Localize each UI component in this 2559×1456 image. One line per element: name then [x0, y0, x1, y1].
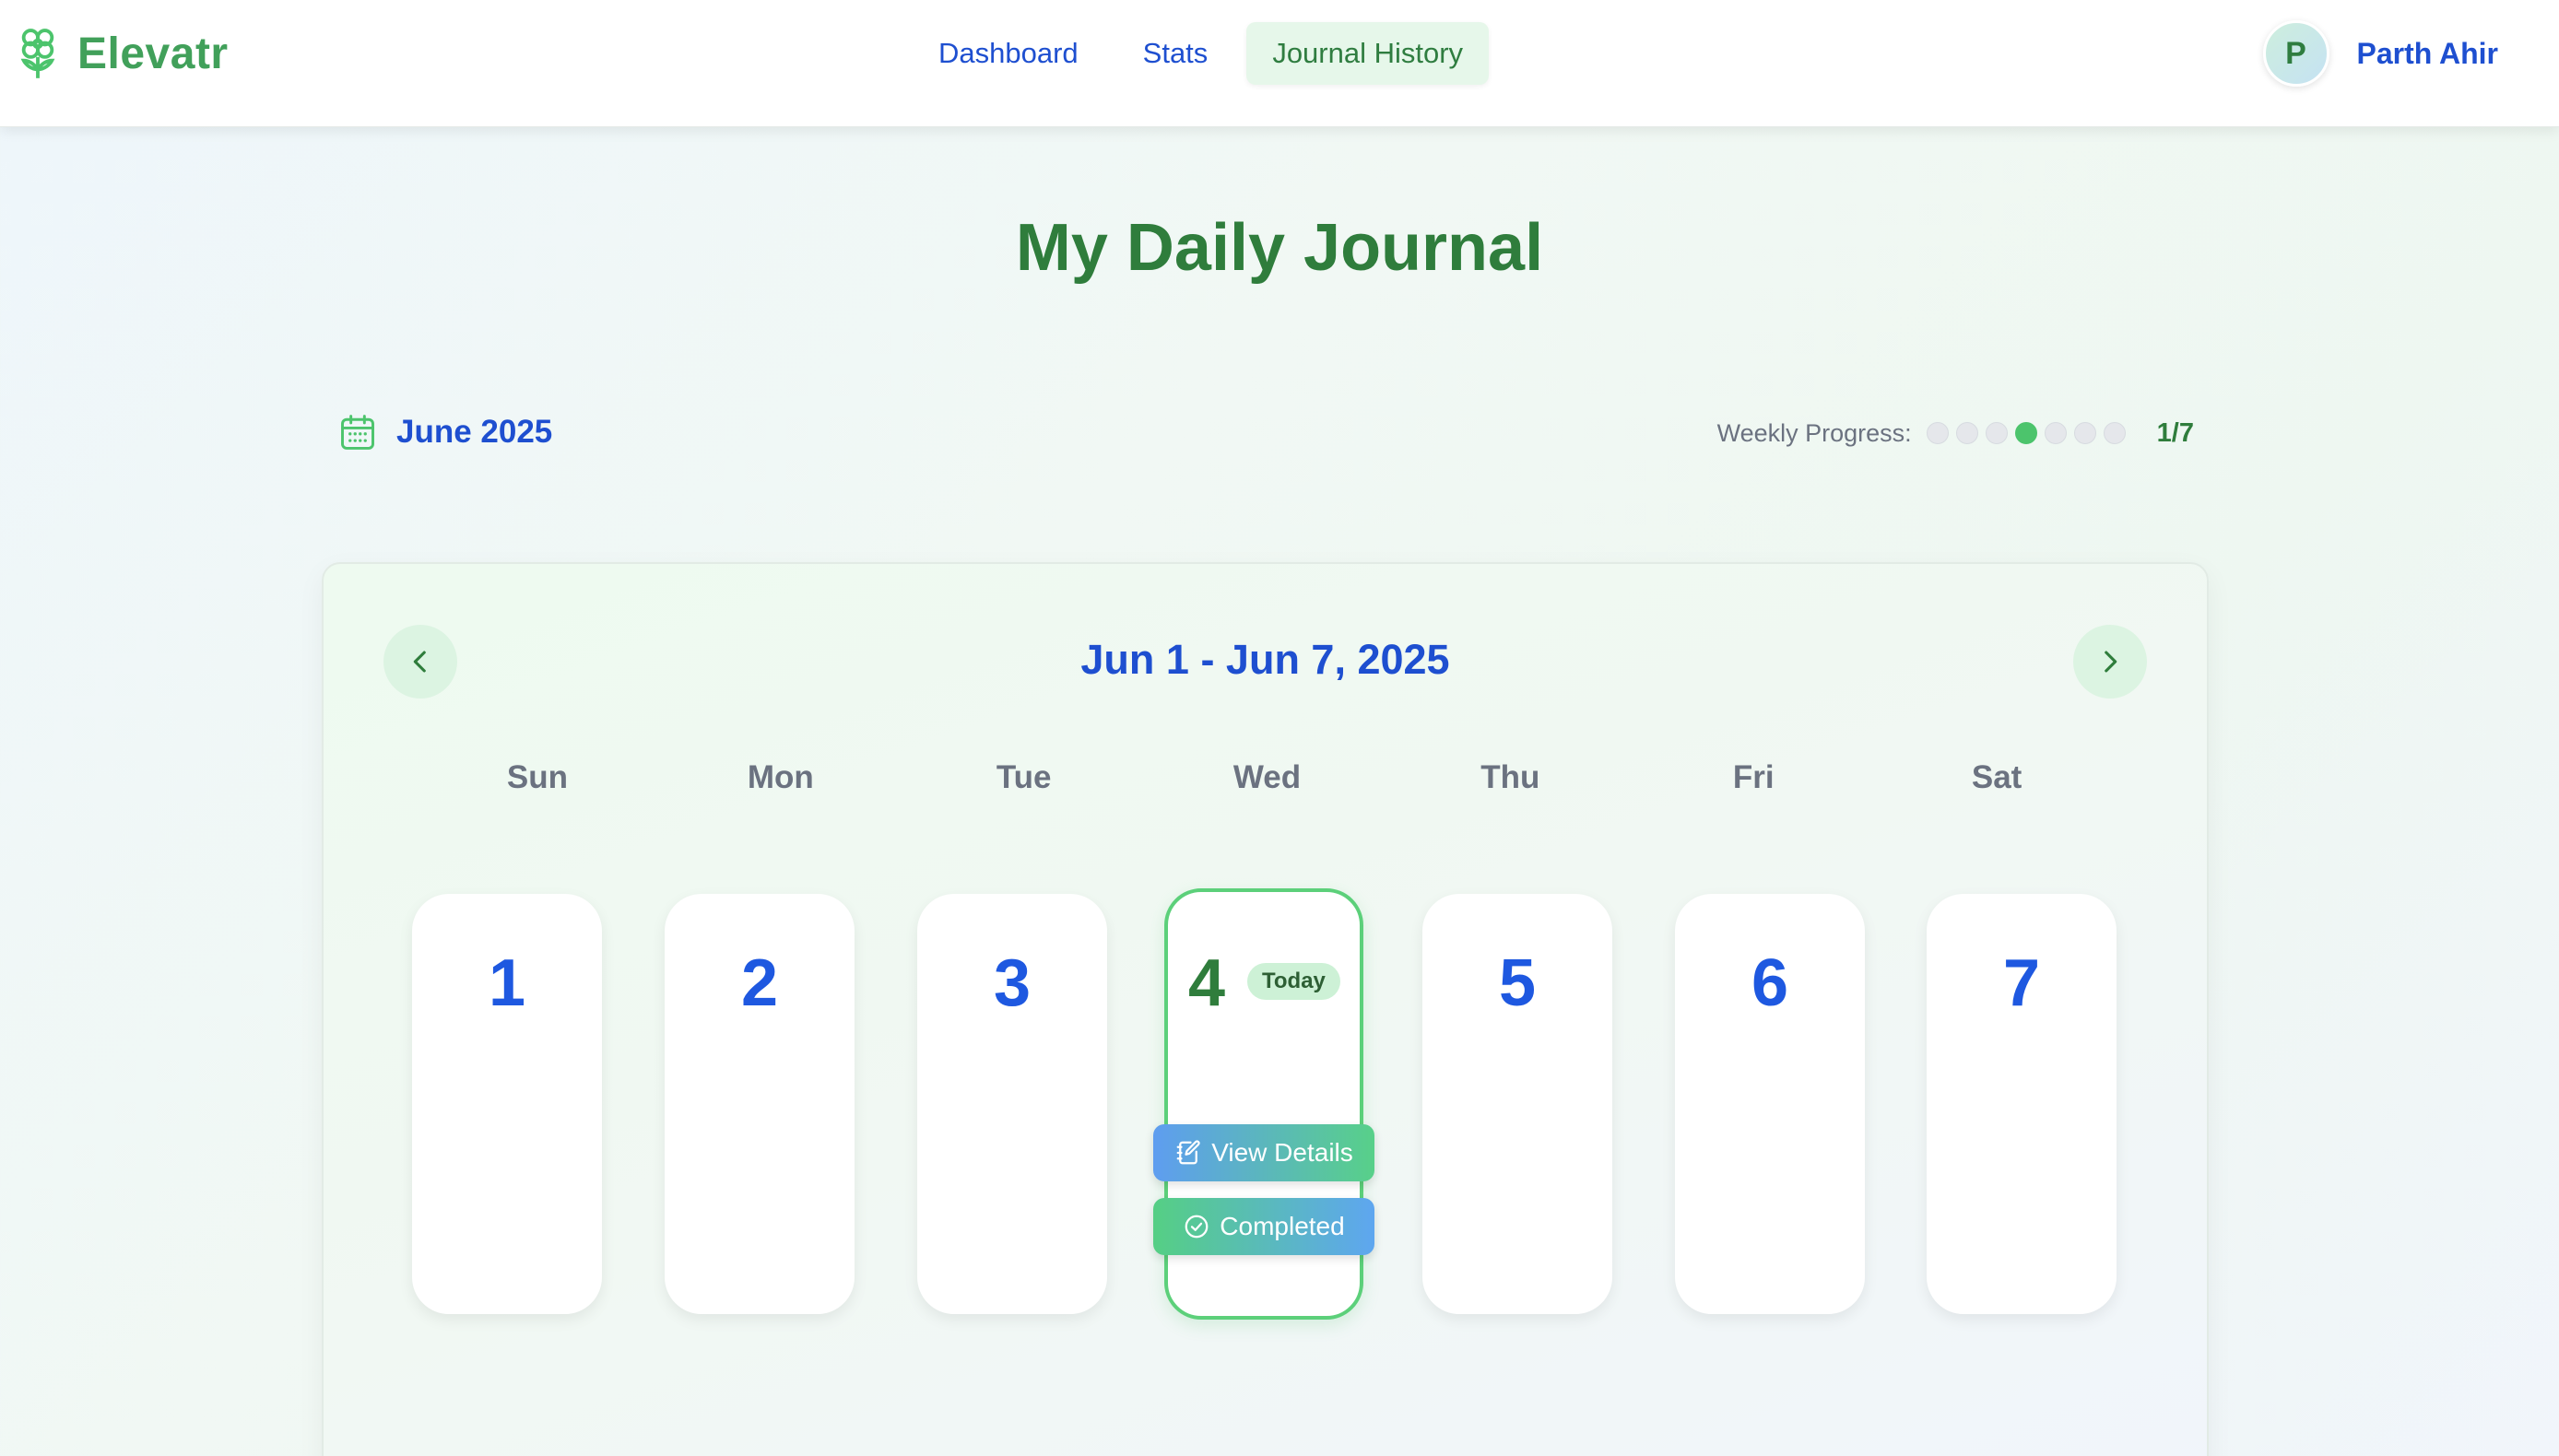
- month-label: June 2025: [396, 414, 553, 450]
- progress-dot-day-4: [2014, 422, 2037, 444]
- progress-dot-day-6: [2073, 422, 2096, 444]
- weekday-fri: Fri: [1732, 759, 1775, 795]
- weekday-thu: Thu: [1480, 759, 1540, 795]
- progress-dot-day-3: [1985, 422, 2008, 444]
- day-card-1[interactable]: 1: [412, 894, 602, 1314]
- day-number: 7: [2002, 946, 2041, 1020]
- flower-icon: [20, 29, 55, 78]
- progress-dots: [1926, 422, 2133, 444]
- weekday-sat: Sat: [1971, 759, 2022, 795]
- nav-links: Dashboard Stats Journal History: [913, 22, 1490, 85]
- day-card-4-today[interactable]: 4 Today View Details Completed: [1153, 888, 1374, 1320]
- day-number: 2: [740, 946, 779, 1020]
- progress-dot-day-7: [2103, 422, 2126, 444]
- user-name[interactable]: Parth Ahir: [2357, 37, 2499, 71]
- page-title: My Daily Journal: [1015, 211, 1544, 285]
- day-number: 1: [488, 946, 526, 1020]
- weekly-progress-label: Weekly Progress:: [1716, 418, 1912, 447]
- day-card-2[interactable]: 2: [665, 894, 855, 1314]
- weekday-wed: Wed: [1232, 759, 1302, 795]
- day-card-3[interactable]: 3: [917, 894, 1107, 1314]
- brand-name: Elevatr: [77, 29, 229, 78]
- completed-button[interactable]: Completed: [1153, 1198, 1374, 1255]
- weekly-progress-count: 1/7: [2156, 417, 2194, 448]
- progress-dot-day-5: [2044, 422, 2067, 444]
- completed-label: Completed: [1220, 1212, 1345, 1240]
- user-menu[interactable]: P Parth Ahir: [2262, 20, 2499, 87]
- next-week-button[interactable]: [2073, 625, 2147, 699]
- check-circle-icon: [1185, 1215, 1209, 1239]
- progress-dot-day-1: [1926, 422, 1949, 444]
- view-details-button[interactable]: View Details: [1153, 1124, 1374, 1181]
- day-card-6[interactable]: 6: [1675, 894, 1865, 1314]
- weekday-headers: Sun Mon Tue Wed Thu Fri Sat: [416, 759, 2118, 796]
- calendar-icon: [341, 415, 374, 450]
- brand[interactable]: Elevatr: [17, 26, 229, 81]
- top-navbar: Elevatr Dashboard Stats Journal History …: [0, 0, 2559, 127]
- day-cards: 1 2 3 4 Today View Details Completed 5 6…: [412, 883, 2127, 1320]
- nav-link-dashboard[interactable]: Dashboard: [913, 22, 1104, 85]
- weekly-progress: Weekly Progress: 1/7: [1717, 413, 2194, 453]
- week-range: Jun 1 - Jun 7, 2025: [1080, 636, 1450, 683]
- avatar[interactable]: P: [2262, 20, 2329, 87]
- today-badge: Today: [1247, 963, 1340, 1000]
- progress-dot-day-2: [1955, 422, 1978, 444]
- day-number: 3: [993, 946, 1032, 1020]
- weekday-mon: Mon: [747, 759, 814, 795]
- chevron-right-icon: [2105, 651, 2117, 673]
- day-number: 5: [1498, 946, 1537, 1020]
- day-number: 4: [1188, 946, 1226, 1020]
- nav-link-journal-history[interactable]: Journal History: [1246, 22, 1490, 85]
- weekday-sun: Sun: [506, 759, 568, 795]
- view-details-label: View Details: [1211, 1138, 1353, 1167]
- day-card-5[interactable]: 5: [1422, 894, 1612, 1314]
- day-number: 6: [1751, 946, 1789, 1020]
- weekday-tue: Tue: [996, 759, 1052, 795]
- nav-link-stats[interactable]: Stats: [1117, 22, 1234, 85]
- week-calendar: Jun 1 - Jun 7, 2025 Sun Mon Tue Wed Thu …: [322, 562, 2209, 1456]
- day-card-7[interactable]: 7: [1927, 894, 2117, 1314]
- notebook-edit-icon: [1176, 1140, 1200, 1165]
- month-indicator: June 2025: [337, 409, 552, 455]
